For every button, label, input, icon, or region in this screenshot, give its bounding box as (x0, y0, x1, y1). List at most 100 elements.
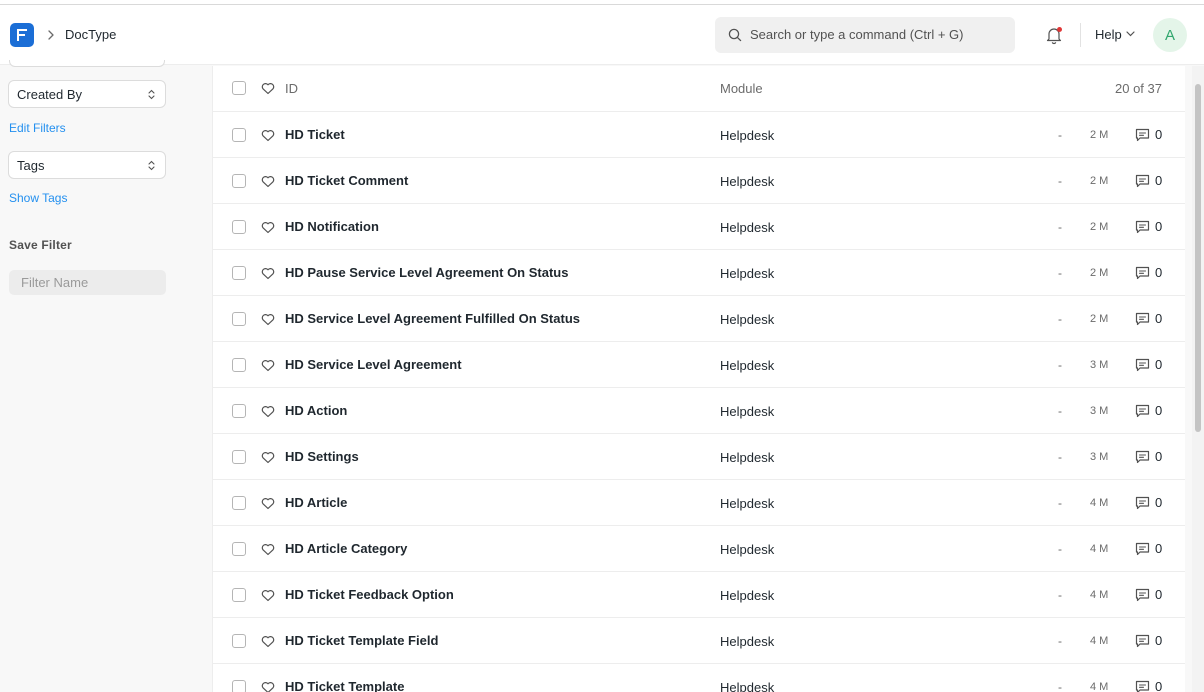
row-checkbox[interactable] (232, 358, 246, 372)
row-modified-age: 2 M (1090, 129, 1109, 141)
row-module: Helpdesk (720, 450, 775, 465)
row-checkbox[interactable] (232, 680, 246, 692)
table-row[interactable]: HD Service Level Agreement Fulfilled On … (213, 296, 1185, 342)
heart-icon[interactable] (261, 681, 275, 692)
row-dash: - (1058, 266, 1062, 280)
navbar: DocType Search or type a command (Ctrl +… (0, 4, 1204, 65)
row-checkbox[interactable] (232, 450, 246, 464)
row-modified-age: 2 M (1090, 313, 1109, 325)
heart-icon[interactable] (261, 451, 275, 469)
row-id-link[interactable]: HD Ticket (285, 127, 345, 143)
heart-icon[interactable] (261, 405, 275, 423)
table-row[interactable]: HD Article Helpdesk - 4 M 0 (213, 480, 1185, 526)
table-row[interactable]: HD Settings Helpdesk - 3 M 0 (213, 434, 1185, 480)
row-id-link[interactable]: HD Ticket Comment (285, 173, 408, 189)
column-header-module[interactable]: Module (720, 81, 763, 97)
row-checkbox[interactable] (232, 220, 246, 234)
row-comment-count: 0 (1155, 357, 1163, 372)
comment-icon (1135, 312, 1150, 331)
table-row[interactable]: HD Pause Service Level Agreement On Stat… (213, 250, 1185, 296)
column-header-id[interactable]: ID (285, 81, 298, 97)
avatar[interactable]: A (1153, 18, 1187, 52)
row-comment-count: 0 (1155, 265, 1163, 280)
chevron-right-icon (48, 30, 54, 40)
heart-icon[interactable] (261, 175, 275, 193)
row-checkbox[interactable] (232, 542, 246, 556)
row-id-link[interactable]: HD Action (285, 403, 347, 419)
table-row[interactable]: HD Notification Helpdesk - 2 M 0 (213, 204, 1185, 250)
row-comment-count: 0 (1155, 449, 1163, 464)
row-dash: - (1058, 174, 1062, 188)
chevron-down-icon (1126, 31, 1135, 37)
row-comment-count: 0 (1155, 587, 1163, 602)
row-comment-count: 0 (1155, 127, 1163, 142)
row-id-link[interactable]: HD Article Category (285, 541, 407, 557)
edit-filters-link[interactable]: Edit Filters (9, 121, 66, 135)
heart-icon[interactable] (261, 221, 275, 239)
scrollbar-thumb[interactable] (1195, 84, 1201, 432)
row-checkbox[interactable] (232, 128, 246, 142)
row-id-link[interactable]: HD Service Level Agreement Fulfilled On … (285, 311, 580, 327)
table-row[interactable]: HD Ticket Helpdesk - 2 M 0 (213, 112, 1185, 158)
divider (1080, 23, 1081, 47)
row-id-link[interactable]: HD Article (285, 495, 347, 511)
row-checkbox[interactable] (232, 174, 246, 188)
heart-icon[interactable] (261, 129, 275, 147)
show-tags-link[interactable]: Show Tags (9, 191, 67, 205)
breadcrumb-doctype[interactable]: DocType (65, 27, 116, 43)
row-id-link[interactable]: HD Settings (285, 449, 359, 465)
row-id-link[interactable]: HD Ticket Template Field (285, 633, 438, 649)
comment-icon (1135, 174, 1150, 193)
search-bar[interactable]: Search or type a command (Ctrl + G) (715, 17, 1015, 53)
result-count: 20 of 37 (1115, 81, 1162, 96)
comment-icon (1135, 542, 1150, 561)
heart-icon[interactable] (261, 635, 275, 653)
app-logo[interactable] (10, 23, 34, 47)
filter-name-input[interactable] (9, 270, 166, 295)
row-module: Helpdesk (720, 266, 775, 281)
row-module: Helpdesk (720, 358, 775, 373)
heart-icon[interactable] (261, 497, 275, 515)
row-id-link[interactable]: HD Notification (285, 219, 379, 235)
row-checkbox[interactable] (232, 588, 246, 602)
comment-icon (1135, 634, 1150, 653)
row-checkbox[interactable] (232, 312, 246, 326)
heart-icon[interactable] (261, 313, 275, 331)
created-by-select[interactable]: Created By (8, 80, 166, 108)
created-by-label: Created By (17, 87, 83, 102)
heart-icon[interactable] (261, 589, 275, 607)
tags-select[interactable]: Tags (8, 151, 166, 179)
row-id-link[interactable]: HD Service Level Agreement (285, 357, 462, 373)
sidebar-dropdown-partial[interactable] (9, 60, 165, 67)
row-checkbox[interactable] (232, 266, 246, 280)
select-all-checkbox[interactable] (232, 81, 246, 95)
help-menu-button[interactable]: Help (1095, 27, 1122, 43)
heart-icon[interactable] (261, 543, 275, 561)
tags-label: Tags (17, 158, 45, 173)
doctype-list: ID Module 20 of 37 HD Ticket Helpdesk - 2 M… (212, 66, 1185, 692)
row-id-link[interactable]: HD Ticket Feedback Option (285, 587, 454, 603)
row-id-link[interactable]: HD Pause Service Level Agreement On Stat… (285, 265, 568, 281)
row-id-link[interactable]: HD Ticket Template (285, 679, 404, 692)
table-row[interactable]: HD Ticket Template Field Helpdesk - 4 M 0 (213, 618, 1185, 664)
table-row[interactable]: HD Action Helpdesk - 3 M 0 (213, 388, 1185, 434)
select-arrows-icon (148, 160, 155, 171)
filter-name-field[interactable] (9, 270, 166, 295)
row-module: Helpdesk (720, 634, 775, 649)
heart-icon[interactable] (261, 267, 275, 285)
heart-icon[interactable] (261, 359, 275, 377)
row-checkbox[interactable] (232, 404, 246, 418)
heart-icon[interactable] (261, 82, 275, 95)
row-checkbox[interactable] (232, 634, 246, 648)
scrollbar[interactable] (1192, 66, 1204, 692)
table-row[interactable]: HD Ticket Feedback Option Helpdesk - 4 M 0 (213, 572, 1185, 618)
row-checkbox[interactable] (232, 496, 246, 510)
row-modified-age: 4 M (1090, 635, 1109, 647)
row-module: Helpdesk (720, 588, 775, 603)
sidebar: Created By Edit Filters Tags Show Tags S… (0, 60, 210, 692)
table-row[interactable]: HD Article Category Helpdesk - 4 M 0 (213, 526, 1185, 572)
table-row[interactable]: HD Ticket Comment Helpdesk - 2 M 0 (213, 158, 1185, 204)
search-placeholder: Search or type a command (Ctrl + G) (750, 27, 964, 42)
table-row[interactable]: HD Service Level Agreement Helpdesk - 3 M 0 (213, 342, 1185, 388)
table-row[interactable]: HD Ticket Template Helpdesk - 4 M 0 (213, 664, 1185, 692)
